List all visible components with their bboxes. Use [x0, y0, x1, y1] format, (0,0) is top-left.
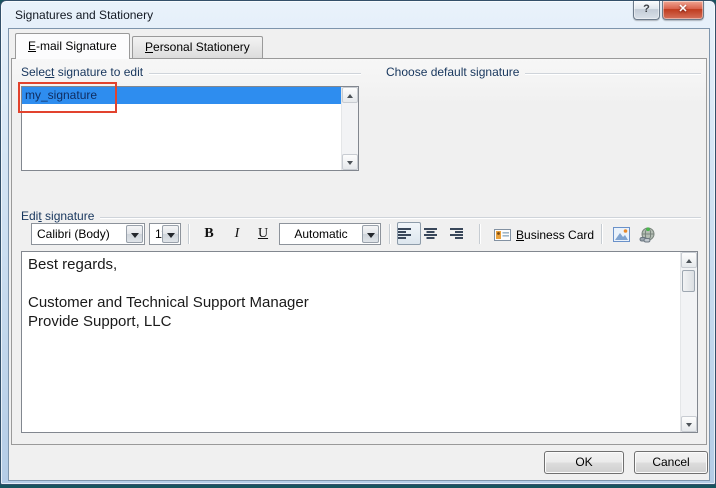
cancel-button[interactable]: Cancel	[634, 451, 708, 474]
align-center-icon	[424, 228, 438, 240]
font-color-select[interactable]: Automatic	[279, 223, 381, 245]
dropdown-arrow-icon	[167, 233, 175, 238]
signature-text[interactable]: Best regards, Customer and Technical Sup…	[28, 255, 673, 429]
picture-icon	[613, 227, 630, 242]
business-card-icon	[494, 229, 511, 241]
scroll-up-button[interactable]	[681, 252, 697, 268]
dropdown-arrow-button[interactable]	[362, 225, 379, 243]
select-signature-group-header: Select signature to edit	[21, 65, 361, 79]
align-left-icon	[398, 228, 412, 240]
dropdown-arrow-button[interactable]	[126, 225, 143, 243]
choose-default-signature-label: Choose default signature	[386, 65, 525, 79]
insert-picture-button[interactable]	[611, 224, 632, 245]
list-item-selected[interactable]: my_signature	[22, 87, 341, 104]
dropdown-arrow-icon	[367, 233, 375, 238]
underline-icon: U	[258, 226, 268, 241]
dropdown-arrow-icon	[131, 233, 139, 238]
select-signature-label: Select signature to edit	[21, 65, 149, 79]
scroll-down-icon	[347, 161, 353, 165]
window-title: Signatures and Stationery	[15, 8, 153, 22]
tab-personal-stationery[interactable]: Personal Stationery	[132, 36, 263, 58]
close-button[interactable]: ✕	[662, 1, 704, 20]
title-bar[interactable]: Signatures and Stationery ? ✕	[1, 1, 715, 28]
scroll-up-button[interactable]	[342, 87, 358, 103]
editor-scrollbar[interactable]	[680, 252, 697, 432]
toolbar-separator	[389, 224, 391, 244]
font-name-select[interactable]: Calibri (Body)	[31, 223, 145, 245]
scroll-down-button[interactable]	[681, 416, 697, 432]
signature-list[interactable]: my_signature	[21, 86, 359, 171]
bold-button[interactable]: B	[196, 222, 222, 246]
align-right-button[interactable]	[449, 222, 473, 245]
italic-icon: I	[235, 226, 240, 241]
toolbar-separator	[479, 224, 481, 244]
group-divider-line	[149, 73, 361, 75]
help-button[interactable]: ?	[633, 1, 660, 20]
formatting-toolbar: Calibri (Body) 11 B I U Automatic	[21, 222, 701, 248]
close-icon: ✕	[678, 3, 687, 15]
group-divider-line	[100, 217, 701, 219]
edit-signature-group-header: Edit signature	[21, 209, 701, 223]
ok-button[interactable]: OK	[544, 451, 624, 474]
align-left-button[interactable]	[397, 222, 421, 245]
dialog-window: Signatures and Stationery ? ✕ E-mail Sig…	[0, 0, 716, 485]
dropdown-arrow-button[interactable]	[162, 225, 179, 243]
default-signature-group-header: Choose default signature	[386, 65, 701, 79]
signature-editor[interactable]: Best regards, Customer and Technical Sup…	[21, 251, 698, 433]
align-right-icon	[450, 228, 464, 240]
scroll-up-icon	[347, 94, 353, 98]
hyperlink-globe-icon	[639, 227, 656, 243]
italic-button[interactable]: I	[224, 222, 250, 246]
font-size-select[interactable]: 11	[149, 223, 181, 245]
help-icon: ?	[643, 3, 650, 15]
insert-hyperlink-button[interactable]	[637, 224, 658, 245]
dialog-client-area: E-mail Signature Personal Stationery Sel…	[8, 28, 710, 481]
scroll-thumb[interactable]	[682, 270, 695, 292]
underline-button[interactable]: U	[250, 222, 276, 246]
font-name-value: Calibri (Body)	[37, 227, 110, 241]
toolbar-separator	[188, 224, 190, 244]
group-divider-line	[525, 73, 701, 75]
scroll-up-icon	[686, 259, 692, 263]
edit-signature-label: Edit signature	[21, 209, 100, 223]
scroll-down-icon	[686, 423, 692, 427]
toolbar-separator	[601, 224, 603, 244]
font-color-value: Automatic	[280, 227, 362, 241]
scroll-down-button[interactable]	[342, 154, 358, 170]
tab-email-signature[interactable]: E-mail Signature	[15, 33, 130, 59]
bold-icon: B	[204, 226, 213, 241]
align-center-button[interactable]	[423, 222, 447, 245]
business-card-button[interactable]: Business Card	[487, 223, 601, 246]
business-card-label: Business Card	[516, 228, 594, 242]
signature-list-scrollbar[interactable]	[341, 87, 358, 170]
